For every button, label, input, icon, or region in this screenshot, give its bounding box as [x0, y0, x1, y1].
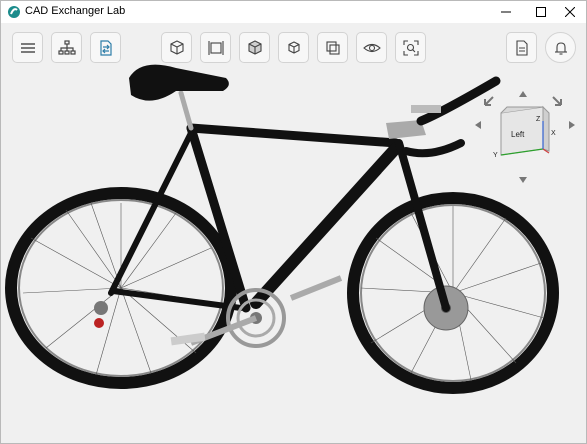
- view-cube-arrow-up-icon[interactable]: [519, 91, 527, 97]
- close-icon: [565, 7, 575, 17]
- axis-x-label: X: [551, 130, 556, 137]
- crankset[interactable]: [170, 275, 343, 348]
- visibility-icon: [362, 43, 381, 52]
- rear-derailleur[interactable]: [94, 301, 108, 328]
- menu-button[interactable]: [12, 32, 43, 63]
- import-export-button[interactable]: [90, 32, 121, 63]
- view-cube-arrow-right-icon[interactable]: [569, 121, 575, 129]
- view-mode-icon: [247, 39, 262, 55]
- rotate-cw-icon[interactable]: [552, 96, 562, 106]
- maximize-button[interactable]: [525, 1, 557, 23]
- display-mode-shaded-icon: [169, 39, 184, 55]
- notifications-icon: [554, 41, 567, 55]
- properties-icon: [515, 39, 528, 56]
- explode-icon: [287, 40, 300, 54]
- display-mode-button[interactable]: [161, 32, 192, 63]
- window-title: CAD Exchanger Lab: [25, 5, 126, 17]
- app-window: CAD Exchanger Lab NITTANY MOUNTAIN Left …: [0, 0, 587, 444]
- saddle[interactable]: [129, 64, 229, 101]
- projection-icon: [325, 40, 340, 55]
- visibility-button[interactable]: [356, 32, 387, 63]
- import-export-icon: [99, 39, 112, 56]
- minimize-button[interactable]: [490, 1, 522, 23]
- section-icon: [207, 40, 224, 55]
- view-cube-arrow-left-icon[interactable]: [475, 121, 481, 129]
- axis-y-label: Y: [493, 152, 498, 159]
- view-cube[interactable]: Left: [500, 105, 550, 156]
- view-mode-button[interactable]: [239, 32, 270, 63]
- menu-icon: [20, 42, 35, 53]
- close-button[interactable]: [554, 1, 586, 23]
- fit-all-button[interactable]: [395, 32, 426, 63]
- title-bar: CAD Exchanger Lab: [1, 1, 586, 23]
- structure-tree-icon: [57, 39, 76, 55]
- axis-z-label: Z: [536, 116, 541, 123]
- view-cube-arrow-down-icon[interactable]: [519, 177, 527, 183]
- projection-button[interactable]: [317, 32, 348, 63]
- rear-wheel[interactable]: [5, 187, 237, 389]
- fit-all-icon: [402, 39, 419, 56]
- view-cube-widget[interactable]: Left Y X Z: [471, 91, 581, 191]
- front-wheel[interactable]: [347, 192, 559, 394]
- properties-button[interactable]: [506, 32, 537, 63]
- explode-button[interactable]: [278, 32, 309, 63]
- structure-tree-button[interactable]: [51, 32, 82, 63]
- maximize-icon: [536, 7, 546, 17]
- bicycle-model[interactable]: NITTANY MOUNTAIN: [1, 23, 586, 443]
- section-button[interactable]: [200, 32, 231, 63]
- app-logo-icon: [8, 6, 20, 18]
- rotate-ccw-icon[interactable]: [484, 96, 494, 106]
- minimize-icon: [501, 11, 511, 13]
- notifications-button[interactable]: [545, 32, 576, 63]
- view-cube-face-label: Left: [511, 130, 525, 139]
- 3d-viewport[interactable]: NITTANY MOUNTAIN Left Y X Z: [1, 23, 586, 443]
